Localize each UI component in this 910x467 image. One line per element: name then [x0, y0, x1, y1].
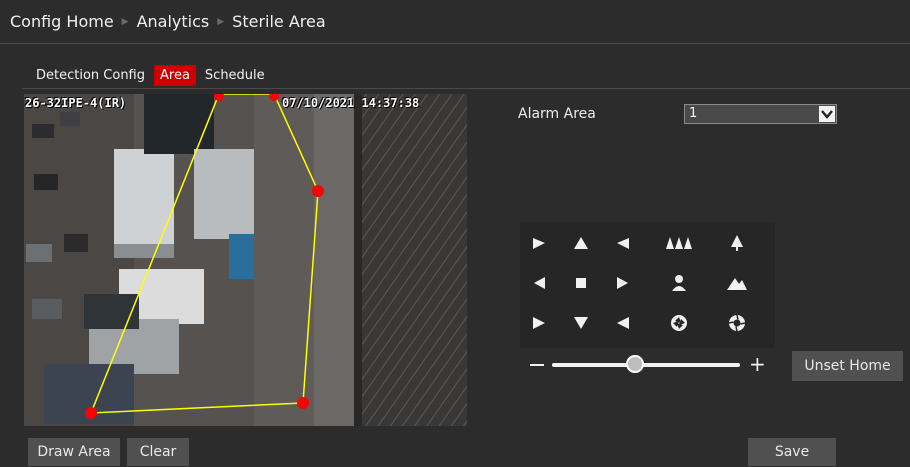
osd-camera-name: 26-32IPE-4(IR) [25, 96, 127, 110]
arrow-down-left-icon[interactable] [520, 308, 558, 338]
breadcrumb-sterile-area: Sterile Area [232, 12, 326, 31]
ptz-control-pad [520, 222, 775, 348]
tab-schedule[interactable]: Schedule [199, 65, 271, 86]
arrow-down-right-icon[interactable] [604, 308, 642, 338]
iris-close-icon[interactable] [660, 308, 698, 338]
osd-datetime: 07/10/2021 14:37:38 [282, 96, 420, 110]
mountain-icon[interactable] [718, 268, 756, 298]
speed-slider-thumb[interactable] [625, 355, 644, 373]
tab-bar: Detection Config Area Schedule [30, 63, 271, 87]
unset-home-button[interactable]: Unset Home [792, 351, 903, 381]
breadcrumb-separator-icon: ▶ [217, 16, 225, 27]
chevron-down-icon[interactable] [819, 106, 835, 122]
arrow-down-icon[interactable] [562, 308, 600, 338]
arrow-left-icon[interactable] [520, 268, 558, 298]
arrow-right-icon[interactable] [604, 268, 642, 298]
speed-slider-track[interactable] [552, 363, 740, 367]
draw-area-button[interactable]: Draw Area [28, 438, 120, 466]
alarm-area-value: 1 [689, 106, 698, 121]
clear-button[interactable]: Clear [127, 438, 189, 466]
area-vertex[interactable] [297, 397, 309, 409]
alarm-area-select[interactable]: 1 [684, 104, 837, 124]
breadcrumb-separator-icon: ▶ [121, 16, 129, 27]
breadcrumb: Config Home ▶ Analytics ▶ Sterile Area [0, 0, 910, 44]
area-vertex[interactable] [85, 407, 97, 419]
iris-open-icon[interactable] [718, 308, 756, 338]
save-button[interactable]: Save [748, 438, 836, 466]
tab-detection-config[interactable]: Detection Config [30, 65, 151, 86]
zoom-in-tree-icon[interactable] [718, 228, 756, 258]
speed-plus-icon[interactable]: + [749, 352, 766, 376]
speed-minus-icon[interactable] [530, 364, 544, 366]
arrow-up-left-icon[interactable] [520, 228, 558, 258]
camera-scene [24, 94, 467, 426]
stop-icon[interactable] [562, 268, 600, 298]
area-vertex[interactable] [312, 185, 324, 197]
person-icon[interactable] [660, 268, 698, 298]
breadcrumb-analytics[interactable]: Analytics [137, 12, 210, 31]
breadcrumb-config-home[interactable]: Config Home [10, 12, 114, 31]
video-preview[interactable]: 26-32IPE-4(IR) 07/10/2021 14:37:38 [24, 94, 467, 426]
tab-divider [22, 88, 910, 89]
alarm-area-label: Alarm Area [518, 106, 596, 122]
tab-area[interactable]: Area [154, 64, 196, 86]
zoom-out-trees-icon[interactable] [660, 228, 698, 258]
arrow-up-right-icon[interactable] [604, 228, 642, 258]
arrow-up-icon[interactable] [562, 228, 600, 258]
